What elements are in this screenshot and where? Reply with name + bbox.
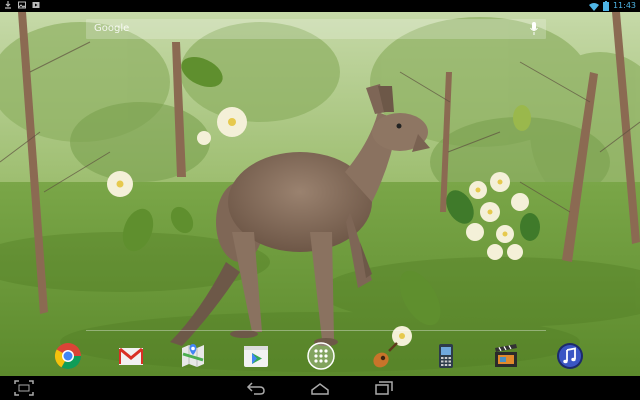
mic-icon[interactable]	[529, 22, 539, 36]
live-wallpaper	[0, 12, 640, 376]
google-search-bar[interactable]: Google	[86, 19, 546, 39]
clock: 11:43	[612, 1, 636, 10]
guitar-icon[interactable]	[371, 342, 399, 370]
gmail-icon[interactable]	[117, 342, 145, 370]
recent-apps-icon[interactable]	[374, 380, 394, 396]
image-icon	[18, 1, 26, 9]
chrome-icon[interactable]	[54, 342, 82, 370]
media-icon	[32, 2, 40, 8]
maps-icon[interactable]	[179, 342, 207, 370]
home-icon[interactable]	[310, 380, 330, 396]
play-store-icon[interactable]	[242, 342, 270, 370]
screenshot-icon[interactable]	[14, 380, 34, 396]
phone-app-icon[interactable]	[432, 342, 460, 370]
navigation-bar	[0, 376, 640, 400]
download-icon	[5, 1, 11, 9]
back-icon[interactable]	[246, 380, 266, 396]
apps-drawer-icon[interactable]	[307, 342, 335, 370]
battery-icon	[602, 1, 609, 11]
wifi-icon	[588, 2, 599, 11]
music-icon[interactable]	[556, 342, 584, 370]
dock-divider	[86, 330, 546, 331]
movie-studio-icon[interactable]	[492, 342, 520, 370]
search-hint: Google	[94, 23, 130, 34]
status-bar: 11:43	[0, 0, 640, 12]
